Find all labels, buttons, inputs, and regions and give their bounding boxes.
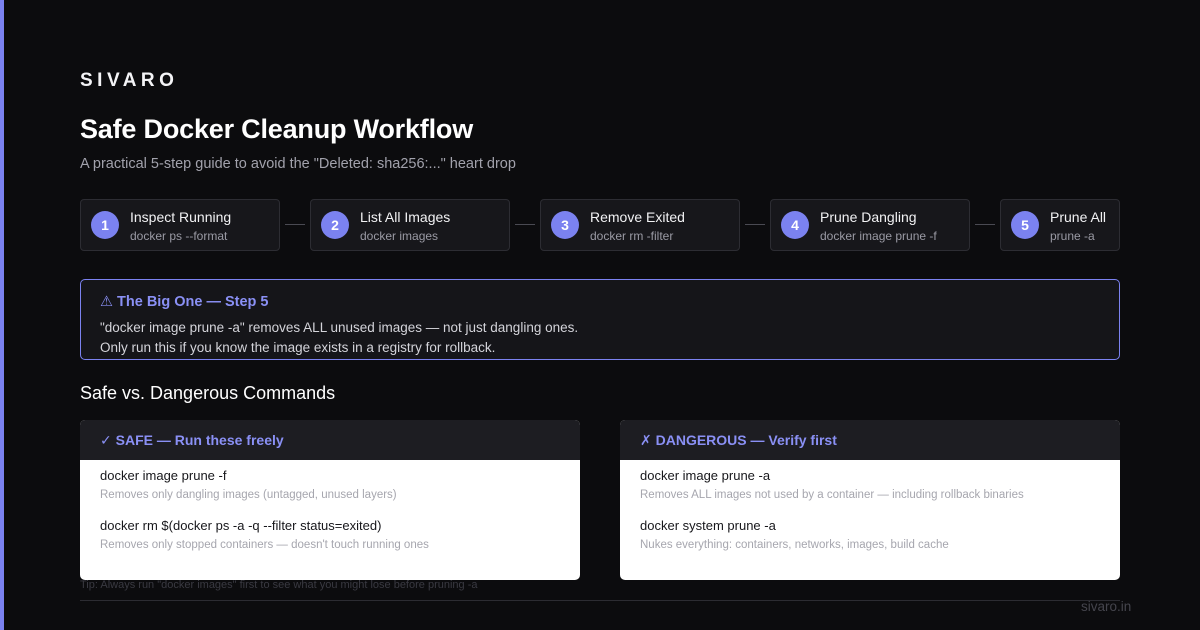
step-label: Prune Dangling [820,209,917,225]
step-card-2: 2 List All Images docker images [310,199,510,251]
step-command: prune -a [1050,229,1095,243]
command-description: Removes ALL images not used by a contain… [640,489,1024,501]
callout-title: ⚠ The Big One — Step 5 [100,294,269,310]
step-label: Prune All [1050,209,1107,225]
step-connector [285,224,305,225]
step-connector [515,224,535,225]
dangerous-commands-panel: ✗ DANGEROUS — Verify first docker image … [620,420,1120,580]
callout-text: "docker image prune -a" removes ALL unus… [100,320,579,335]
safe-commands-panel: ✓ SAFE — Run these freely docker image p… [80,420,580,580]
step-label: Inspect Running [130,209,232,225]
step-number-badge: 4 [781,211,809,239]
accent-bar [0,0,4,630]
step-command: docker ps --format [130,229,228,243]
step-connector [975,224,995,225]
page-title: Safe Docker Cleanup Workflow [80,114,473,144]
warning-callout: ⚠ The Big One — Step 5 "docker image pru… [80,279,1120,360]
step-number-badge: 3 [551,211,579,239]
command-description: Removes only stopped containers — doesn'… [100,539,429,551]
command-description: Nukes everything: containers, networks, … [640,539,949,551]
safe-panel-header: ✓ SAFE — Run these freely [80,420,580,460]
command-name: docker image prune -a [640,468,771,483]
step-label: List All Images [360,209,451,225]
command-name: docker rm $(docker ps -a -q --filter sta… [100,518,382,533]
step-card-5: 5 Prune All prune -a [1000,199,1120,251]
section-heading: Safe vs. Dangerous Commands [80,383,336,403]
tip-text: Tip: Always run "docker images" first to… [80,579,478,591]
workflow-steps: 1 Inspect Running docker ps --format 2 L… [80,199,1120,251]
dangerous-panel-header: ✗ DANGEROUS — Verify first [620,420,1120,460]
step-command: docker images [360,229,439,243]
step-number-badge: 1 [91,211,119,239]
command-name: docker system prune -a [640,518,776,533]
step-command: docker image prune -f [820,229,937,243]
footer-divider [80,600,1120,601]
page-subtitle: A practical 5-step guide to avoid the "D… [80,156,516,172]
step-label: Remove Exited [590,209,685,225]
step-number-badge: 2 [321,211,349,239]
step-card-3: 3 Remove Exited docker rm -filter [540,199,740,251]
command-name: docker image prune -f [100,468,227,483]
step-card-1: 1 Inspect Running docker ps --format [80,199,280,251]
brand-logo: SIVARO [80,70,179,91]
command-description: Removes only dangling images (untagged, … [100,489,397,501]
step-number-badge: 5 [1011,211,1039,239]
footer-url: sivaro.in [1081,599,1132,614]
step-command: docker rm -filter [590,229,674,243]
step-connector [745,224,765,225]
step-card-4: 4 Prune Dangling docker image prune -f [770,199,970,251]
callout-text: Only run this if you know the image exis… [100,340,496,355]
